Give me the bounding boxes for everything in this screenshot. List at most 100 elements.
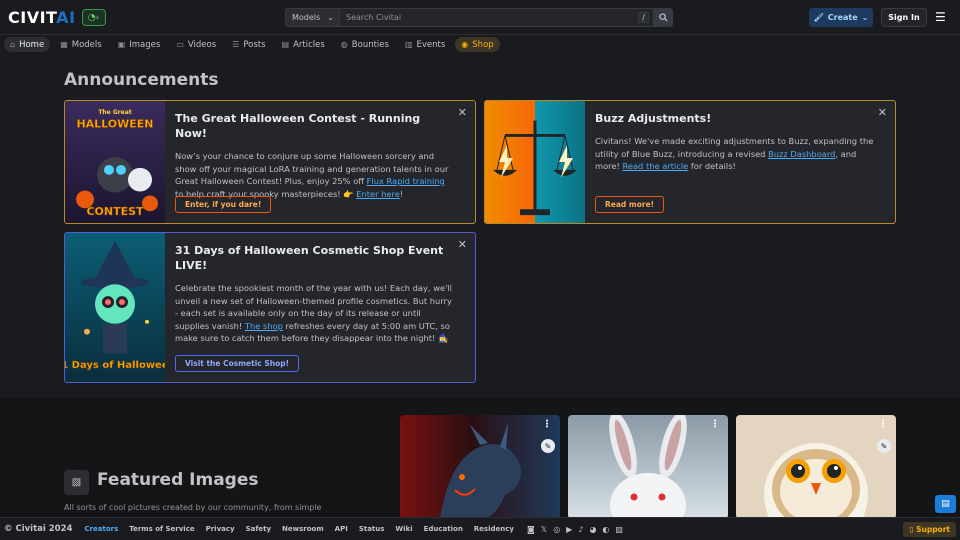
flux-rapid-training-link[interactable]: Flux Rapid training (367, 176, 445, 186)
home-icon: ⌂ (10, 40, 16, 49)
footer-link-newsroom[interactable]: Newsroom (282, 525, 324, 533)
footer-link-status[interactable]: Status (359, 525, 385, 533)
nav-articles[interactable]: ▤ Articles (276, 37, 331, 52)
top-header: CIVITAI ◔› Models ⌄ Search Civitai / 🖌 C… (0, 0, 960, 35)
footer-link-privacy[interactable]: Privacy (206, 525, 235, 533)
search-type-select[interactable]: Models ⌄ (285, 8, 340, 27)
dragon-image (400, 415, 560, 519)
cosmetic-shop-image: 31 Days of Halloween (65, 233, 165, 382)
create-button[interactable]: 🖌 Create ⌄ (809, 8, 873, 27)
svg-text:HALLOWEEN: HALLOWEEN (76, 118, 153, 131)
close-icon[interactable]: ✕ (458, 238, 467, 251)
hamburger-menu-icon[interactable]: ☰ (935, 11, 949, 23)
main-nav: ⌂ Home ▦ Models ▣ Images ▭ Videos ☰ Posts ▤ Ar… (4, 37, 500, 53)
nav-models[interactable]: ▦ Models (54, 37, 108, 52)
read-more-button[interactable]: Read more! (595, 196, 665, 213)
footer-link-residency[interactable]: Residency (474, 525, 514, 533)
footer-link-education[interactable]: Education (424, 525, 463, 533)
rabbit-image (568, 415, 728, 519)
nav-events[interactable]: ▥ Events (399, 37, 451, 52)
enter-contest-button[interactable]: Enter, if you dare! (175, 196, 272, 213)
civitai-logo[interactable]: CIVITAI ◔› (8, 8, 106, 27)
remix-brush-icon[interactable]: ✎ (541, 439, 555, 453)
reddit-icon[interactable]: ◕ (589, 525, 596, 534)
buzz-scales-image (485, 101, 585, 223)
close-icon[interactable]: ✕ (878, 106, 887, 119)
social-links: ◙ 𝕏 ◎ ▶ ♪ ◕ ◐ ▨ (527, 525, 623, 534)
nav-bounties[interactable]: ◍ Bounties (335, 37, 395, 52)
chevron-down-icon: ⌄ (861, 13, 869, 22)
nav-images[interactable]: ▣ Images (112, 37, 167, 52)
featured-images-subtitle: All sorts of cool pictures created by ou… (64, 503, 322, 512)
footer-link-creators[interactable]: Creators (84, 525, 118, 533)
search-button[interactable] (654, 8, 673, 27)
footer: © Civitai 2024 Creators Terms of Service… (0, 517, 960, 540)
photo-icon: ▧ (64, 470, 89, 495)
card-text: Now’s your chance to conjure up some Hal… (175, 151, 449, 199)
copyright: © Civitai 2024 (4, 524, 73, 534)
footer-link-wiki[interactable]: Wiki (395, 525, 412, 533)
nav-home[interactable]: ⌂ Home (4, 37, 51, 52)
featured-image-card-dragon[interactable]: ⋮ ✎ (400, 415, 560, 519)
articles-icon: ▤ (281, 40, 290, 49)
announcement-card-buzz: Buzz Adjustments! Civitans! We've made e… (484, 100, 896, 224)
svg-text:CONTEST: CONTEST (86, 205, 144, 218)
remix-brush-icon[interactable]: ✎ (877, 439, 891, 453)
card-text: Celebrate the spookiest month of the yea… (175, 283, 452, 343)
brush-icon: 🖌 (813, 13, 824, 22)
support-button[interactable]: ▯ Support (903, 522, 956, 537)
nav-videos[interactable]: ▭ Videos (170, 37, 222, 52)
card-title: The Great Halloween Contest - Running No… (175, 112, 421, 140)
card-text: Civitans! We've made exciting adjustment… (595, 136, 874, 171)
footer-link-safety[interactable]: Safety (246, 525, 271, 533)
featured-image-card-rabbit[interactable]: ⋮ (568, 415, 728, 519)
events-icon: ▥ (404, 40, 413, 49)
github-icon[interactable]: ◐ (602, 525, 609, 534)
nav-posts[interactable]: ☰ Posts (226, 37, 271, 52)
sign-in-button[interactable]: Sign In (881, 8, 927, 27)
instagram-icon[interactable]: ◎ (553, 525, 560, 534)
search-icon (659, 13, 668, 22)
chevron-down-icon: ⌄ (327, 13, 334, 22)
halloween-contest-image: The Great HALLOWEEN CONTEST (65, 101, 165, 223)
announcements-heading: Announcements (64, 70, 219, 90)
enter-here-link[interactable]: Enter here (356, 189, 400, 199)
youtube-icon[interactable]: ▶ (566, 525, 572, 534)
svg-text:31 Days of Halloween: 31 Days of Halloween (65, 360, 165, 371)
models-icon: ▦ (60, 40, 68, 49)
featured-image-card-owl[interactable]: ⋮ ✎ (736, 415, 896, 519)
tiktok-icon[interactable]: ♪ (578, 525, 583, 534)
images-icon: ▣ (117, 40, 126, 49)
buzz-dashboard-link[interactable]: Buzz Dashboard (768, 149, 835, 159)
read-article-link[interactable]: Read the article (622, 161, 688, 171)
footer-link-terms[interactable]: Terms of Service (129, 525, 194, 533)
announcement-card-halloween-contest: The Great HALLOWEEN CONTEST The Great Ha… (64, 100, 476, 224)
svg-text:The Great: The Great (98, 109, 131, 116)
videos-icon: ▭ (176, 40, 184, 49)
search-bar: Models ⌄ Search Civitai / (285, 8, 673, 27)
twitch-icon[interactable]: ▨ (615, 525, 623, 534)
search-input[interactable]: Search Civitai / (340, 8, 654, 27)
the-shop-link[interactable]: The shop (245, 321, 283, 331)
nav-shop[interactable]: ◉ Shop (455, 37, 500, 52)
shortcut-hint: / (638, 12, 649, 23)
support-icon: ▯ (909, 525, 914, 534)
card-title: 31 Days of Halloween Cosmetic Shop Event… (175, 244, 444, 272)
shop-icon: ◉ (461, 40, 469, 49)
chat-feedback-icon[interactable]: ▤ (935, 495, 956, 513)
x-twitter-icon[interactable]: 𝕏 (541, 525, 547, 534)
owl-image (736, 415, 896, 519)
featured-images-heading: Featured Images (97, 470, 259, 490)
posts-icon: ☰ (232, 40, 240, 49)
more-options-icon[interactable]: ⋮ (710, 419, 720, 430)
more-options-icon[interactable]: ⋮ (542, 419, 552, 430)
footer-link-api[interactable]: API (335, 525, 348, 533)
close-icon[interactable]: ✕ (458, 106, 467, 119)
more-options-icon[interactable]: ⋮ (878, 419, 888, 430)
announcement-card-cosmetic-shop: 31 Days of Halloween 31 Days of Hallowee… (64, 232, 476, 383)
season-badge-icon[interactable]: ◔› (81, 9, 106, 26)
card-title: Buzz Adjustments! (595, 112, 712, 125)
visit-cosmetic-shop-button[interactable]: Visit the Cosmetic Shop! (175, 355, 300, 372)
discord-icon[interactable]: ◙ (527, 525, 535, 534)
bounties-icon: ◍ (340, 40, 348, 49)
